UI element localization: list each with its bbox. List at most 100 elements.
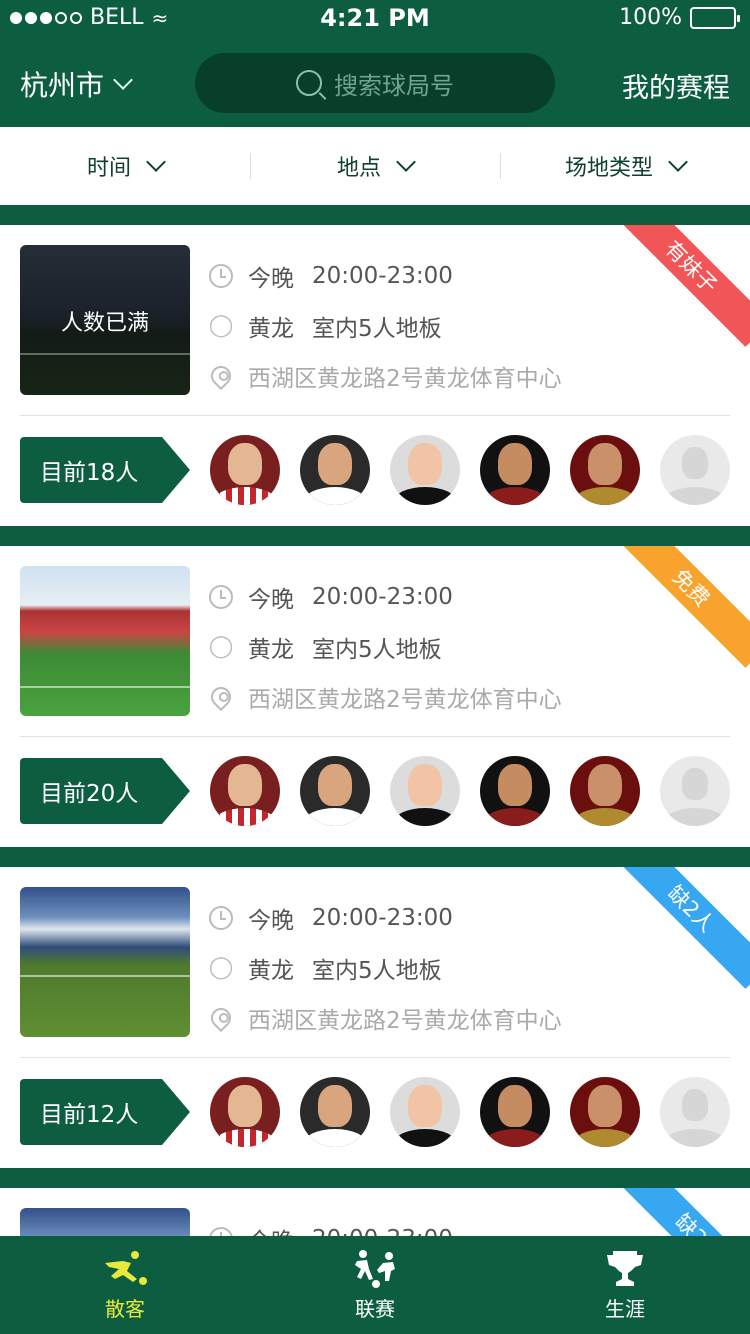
player-count-tag: 目前20人: [20, 758, 190, 824]
tab-career[interactable]: 生涯: [500, 1236, 750, 1334]
time-range: 20:00-23:00: [312, 905, 453, 931]
tab-bar: 散客 联赛 生涯: [0, 1236, 750, 1334]
filter-label: 时间: [86, 156, 131, 181]
filter-time[interactable]: 时间: [0, 127, 250, 205]
clock-icon: [209, 906, 233, 930]
soccer-kick-icon: [105, 1250, 147, 1285]
avatar[interactable]: [210, 435, 280, 505]
tab-league[interactable]: 联赛: [250, 1236, 500, 1334]
avatar[interactable]: [390, 756, 460, 826]
game-card[interactable]: 今晚 20:00-23:00 ◯ 黄龙 室内5人地板 西湖区黄龙路2号黄龙体育中…: [0, 546, 750, 847]
filter-label: 场地类型: [564, 156, 653, 181]
avatar[interactable]: [480, 1077, 550, 1147]
avatar[interactable]: [570, 435, 640, 505]
divider: [20, 415, 730, 416]
clock-icon: [209, 1227, 233, 1236]
people-icon: ◯: [208, 634, 234, 659]
people-icon: ◯: [208, 955, 234, 980]
time-label: 今晚: [248, 266, 294, 292]
avatar[interactable]: [210, 756, 280, 826]
city-selector[interactable]: 杭州市: [20, 64, 133, 104]
time-row: 今晚 20:00-23:00: [208, 251, 562, 301]
divider: [20, 736, 730, 737]
avatar-placeholder[interactable]: [660, 435, 730, 505]
time-row: 今晚 20:00-23:00: [208, 572, 562, 622]
tab-label: 散客: [105, 1296, 145, 1321]
chevron-down-icon: [146, 152, 166, 172]
avatar-placeholder[interactable]: [660, 1077, 730, 1147]
player-avatars: [210, 1077, 730, 1147]
filter-label: 地点: [336, 156, 381, 181]
time-range: 20:00-23:00: [312, 1226, 453, 1236]
chevron-down-icon: [396, 152, 416, 172]
time-label: 今晚: [248, 1222, 294, 1236]
address: 西湖区黄龙路2号黄龙体育中心: [248, 687, 562, 713]
game-card[interactable]: 今晚 20:00-23:00 ◯ 黄龙 室内5人地板 西湖区黄龙路2号黄龙体育中…: [0, 867, 750, 1168]
time-label: 今晚: [248, 908, 294, 934]
status-bar: BELL ≈ 4:21 PM 100%: [0, 0, 750, 40]
avatar[interactable]: [390, 435, 460, 505]
filter-bar: 时间 地点 场地类型: [0, 127, 750, 205]
clock-icon: [209, 585, 233, 609]
avatar[interactable]: [480, 756, 550, 826]
player-count-tag: 目前12人: [20, 1079, 190, 1145]
address-row: 西湖区黄龙路2号黄龙体育中心: [206, 672, 562, 722]
avatar[interactable]: [390, 1077, 460, 1147]
venue-name: 黄龙: [248, 316, 294, 342]
my-schedule-button[interactable]: 我的赛程: [622, 66, 730, 105]
avatar-placeholder[interactable]: [660, 756, 730, 826]
time-range: 20:00-23:00: [312, 584, 453, 610]
full-label: 人数已满: [60, 311, 149, 336]
time-row: 今晚 20:00-23:00: [208, 893, 562, 943]
ribbon-badge: 免费: [611, 546, 750, 668]
filter-location[interactable]: 地点: [250, 127, 500, 205]
game-info: 今晚 20:00-23:00: [208, 1214, 453, 1236]
game-info: 今晚 20:00-23:00 ◯ 黄龙 室内5人地板 西湖区黄龙路2号黄龙体育中…: [206, 893, 562, 1043]
city-label: 杭州市: [20, 69, 105, 102]
tab-label: 生涯: [605, 1296, 645, 1321]
search-icon: [296, 70, 322, 96]
venue-row: ◯ 黄龙 室内5人地板: [208, 301, 562, 351]
battery-info: 100%: [619, 5, 740, 30]
game-card[interactable]: 今晚 20:00-23:00 缺2: [0, 1188, 750, 1236]
search-input[interactable]: 搜索球局号: [195, 53, 555, 113]
avatar[interactable]: [480, 435, 550, 505]
player-count-tag: 目前18人: [20, 437, 190, 503]
clock-icon: [209, 264, 233, 288]
venue-name: 黄龙: [248, 637, 294, 663]
venue-name: 黄龙: [248, 958, 294, 984]
avatar[interactable]: [570, 756, 640, 826]
divider: [20, 1057, 730, 1058]
venue-row: ◯ 黄龙 室内5人地板: [208, 943, 562, 993]
venue-type: 室内5人地板: [312, 316, 442, 342]
avatar[interactable]: [570, 1077, 640, 1147]
trophy-icon: [607, 1250, 643, 1286]
location-pin-icon: [206, 361, 236, 391]
avatar[interactable]: [300, 435, 370, 505]
venue-type: 室内5人地板: [312, 637, 442, 663]
ribbon-badge: 缺2人: [611, 867, 750, 989]
chevron-down-icon: [113, 70, 133, 90]
avatar[interactable]: [210, 1077, 280, 1147]
game-info: 今晚 20:00-23:00 ◯ 黄龙 室内5人地板 西湖区黄龙路2号黄龙体育中…: [206, 251, 562, 401]
location-pin-icon: [206, 682, 236, 712]
venue-type: 室内5人地板: [312, 958, 442, 984]
time-label: 今晚: [248, 587, 294, 613]
tab-casual[interactable]: 散客: [0, 1236, 250, 1334]
avatar[interactable]: [300, 756, 370, 826]
game-card[interactable]: 人数已满 今晚 20:00-23:00 ◯ 黄龙 室内5人地板 西湖区黄龙路2号…: [0, 225, 750, 526]
game-info: 今晚 20:00-23:00 ◯ 黄龙 室内5人地板 西湖区黄龙路2号黄龙体育中…: [206, 572, 562, 722]
avatar[interactable]: [300, 1077, 370, 1147]
address-row: 西湖区黄龙路2号黄龙体育中心: [206, 351, 562, 401]
battery-percent: 100%: [619, 5, 682, 30]
battery-icon: [690, 6, 740, 29]
search-placeholder: 搜索球局号: [334, 71, 454, 100]
filter-venue-type[interactable]: 场地类型: [500, 127, 750, 205]
venue-photo: [20, 566, 190, 716]
player-avatars: [210, 435, 730, 505]
location-pin-icon: [206, 1003, 236, 1033]
nav-bar: 杭州市 搜索球局号 我的赛程: [0, 40, 750, 127]
address-row: 西湖区黄龙路2号黄龙体育中心: [206, 993, 562, 1043]
venue-photo: [20, 887, 190, 1037]
ribbon-badge: 缺2: [611, 1188, 750, 1236]
